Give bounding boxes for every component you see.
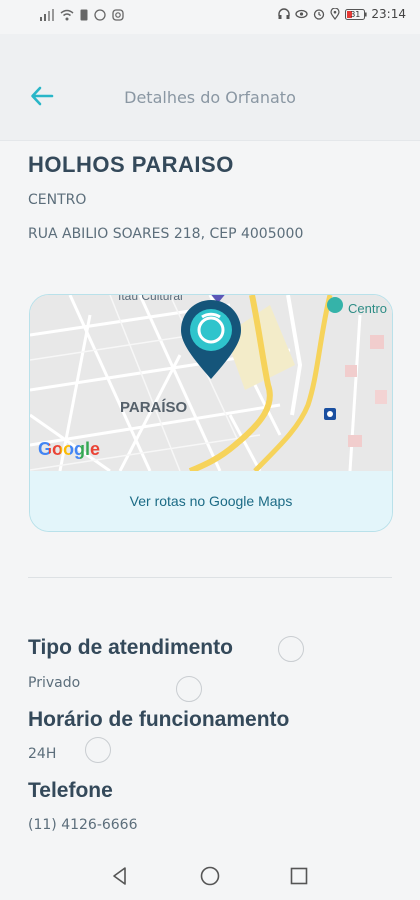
alarm-icon — [314, 9, 325, 20]
system-nav-bar — [0, 853, 420, 900]
battery-level: 31 — [350, 9, 361, 19]
touch-indicator — [85, 737, 111, 763]
clock: 23:14 — [371, 7, 406, 21]
wifi-icon — [60, 9, 74, 21]
circle-home-icon[interactable] — [199, 865, 221, 887]
map-card: Itaú Cultural Centro PARAÍSO Google Ver … — [29, 294, 393, 532]
hours-value: 24H — [28, 746, 57, 762]
map-view[interactable]: Itaú Cultural Centro PARAÍSO Google — [30, 294, 392, 474]
google-logo: Google — [38, 439, 100, 460]
map-poi-right: Centro — [348, 301, 388, 316]
location-icon — [330, 8, 340, 20]
status-bar: 31 23:14 — [0, 0, 420, 34]
orphanage-name: HOLHOS PARAISO — [28, 152, 234, 177]
map-poi-top: Itaú Cultural — [118, 294, 183, 303]
square-recents-icon[interactable] — [289, 866, 309, 886]
instagram-icon — [112, 9, 124, 21]
google-logo-text: Google — [38, 439, 100, 459]
status-bar-right: 31 23:14 — [278, 7, 406, 21]
orphanage-address: RUA ABILIO SOARES 218, CEP 4005000 — [28, 226, 304, 242]
service-type-label: Tipo de atendimento — [28, 636, 233, 659]
hours-label: Horário de funcionamento — [28, 708, 290, 731]
whatsapp-icon — [94, 9, 106, 21]
google-maps-route-link[interactable]: Ver rotas no Google Maps — [30, 471, 392, 531]
touch-indicator — [176, 676, 202, 702]
map-place-label: PARAÍSO — [120, 399, 188, 416]
touch-indicator — [278, 636, 304, 662]
service-type-value: Privado — [28, 675, 81, 691]
section-divider — [28, 577, 392, 578]
page-title: Detalhes do Orfanato — [124, 88, 296, 107]
status-bar-left — [40, 9, 124, 21]
app-header: Detalhes do Orfanato — [0, 34, 420, 141]
phone-value: (11) 4126-6666 — [28, 817, 138, 833]
sim-icon — [80, 9, 88, 21]
headset-icon — [278, 8, 290, 19]
eye-icon — [295, 9, 308, 19]
battery-indicator: 31 — [345, 8, 367, 20]
phone-label: Telefone — [28, 779, 113, 802]
signal-icon — [40, 9, 54, 21]
map-pin-icon — [181, 300, 241, 379]
triangle-back-icon[interactable] — [110, 866, 130, 886]
orphanage-district: CENTRO — [28, 192, 87, 208]
